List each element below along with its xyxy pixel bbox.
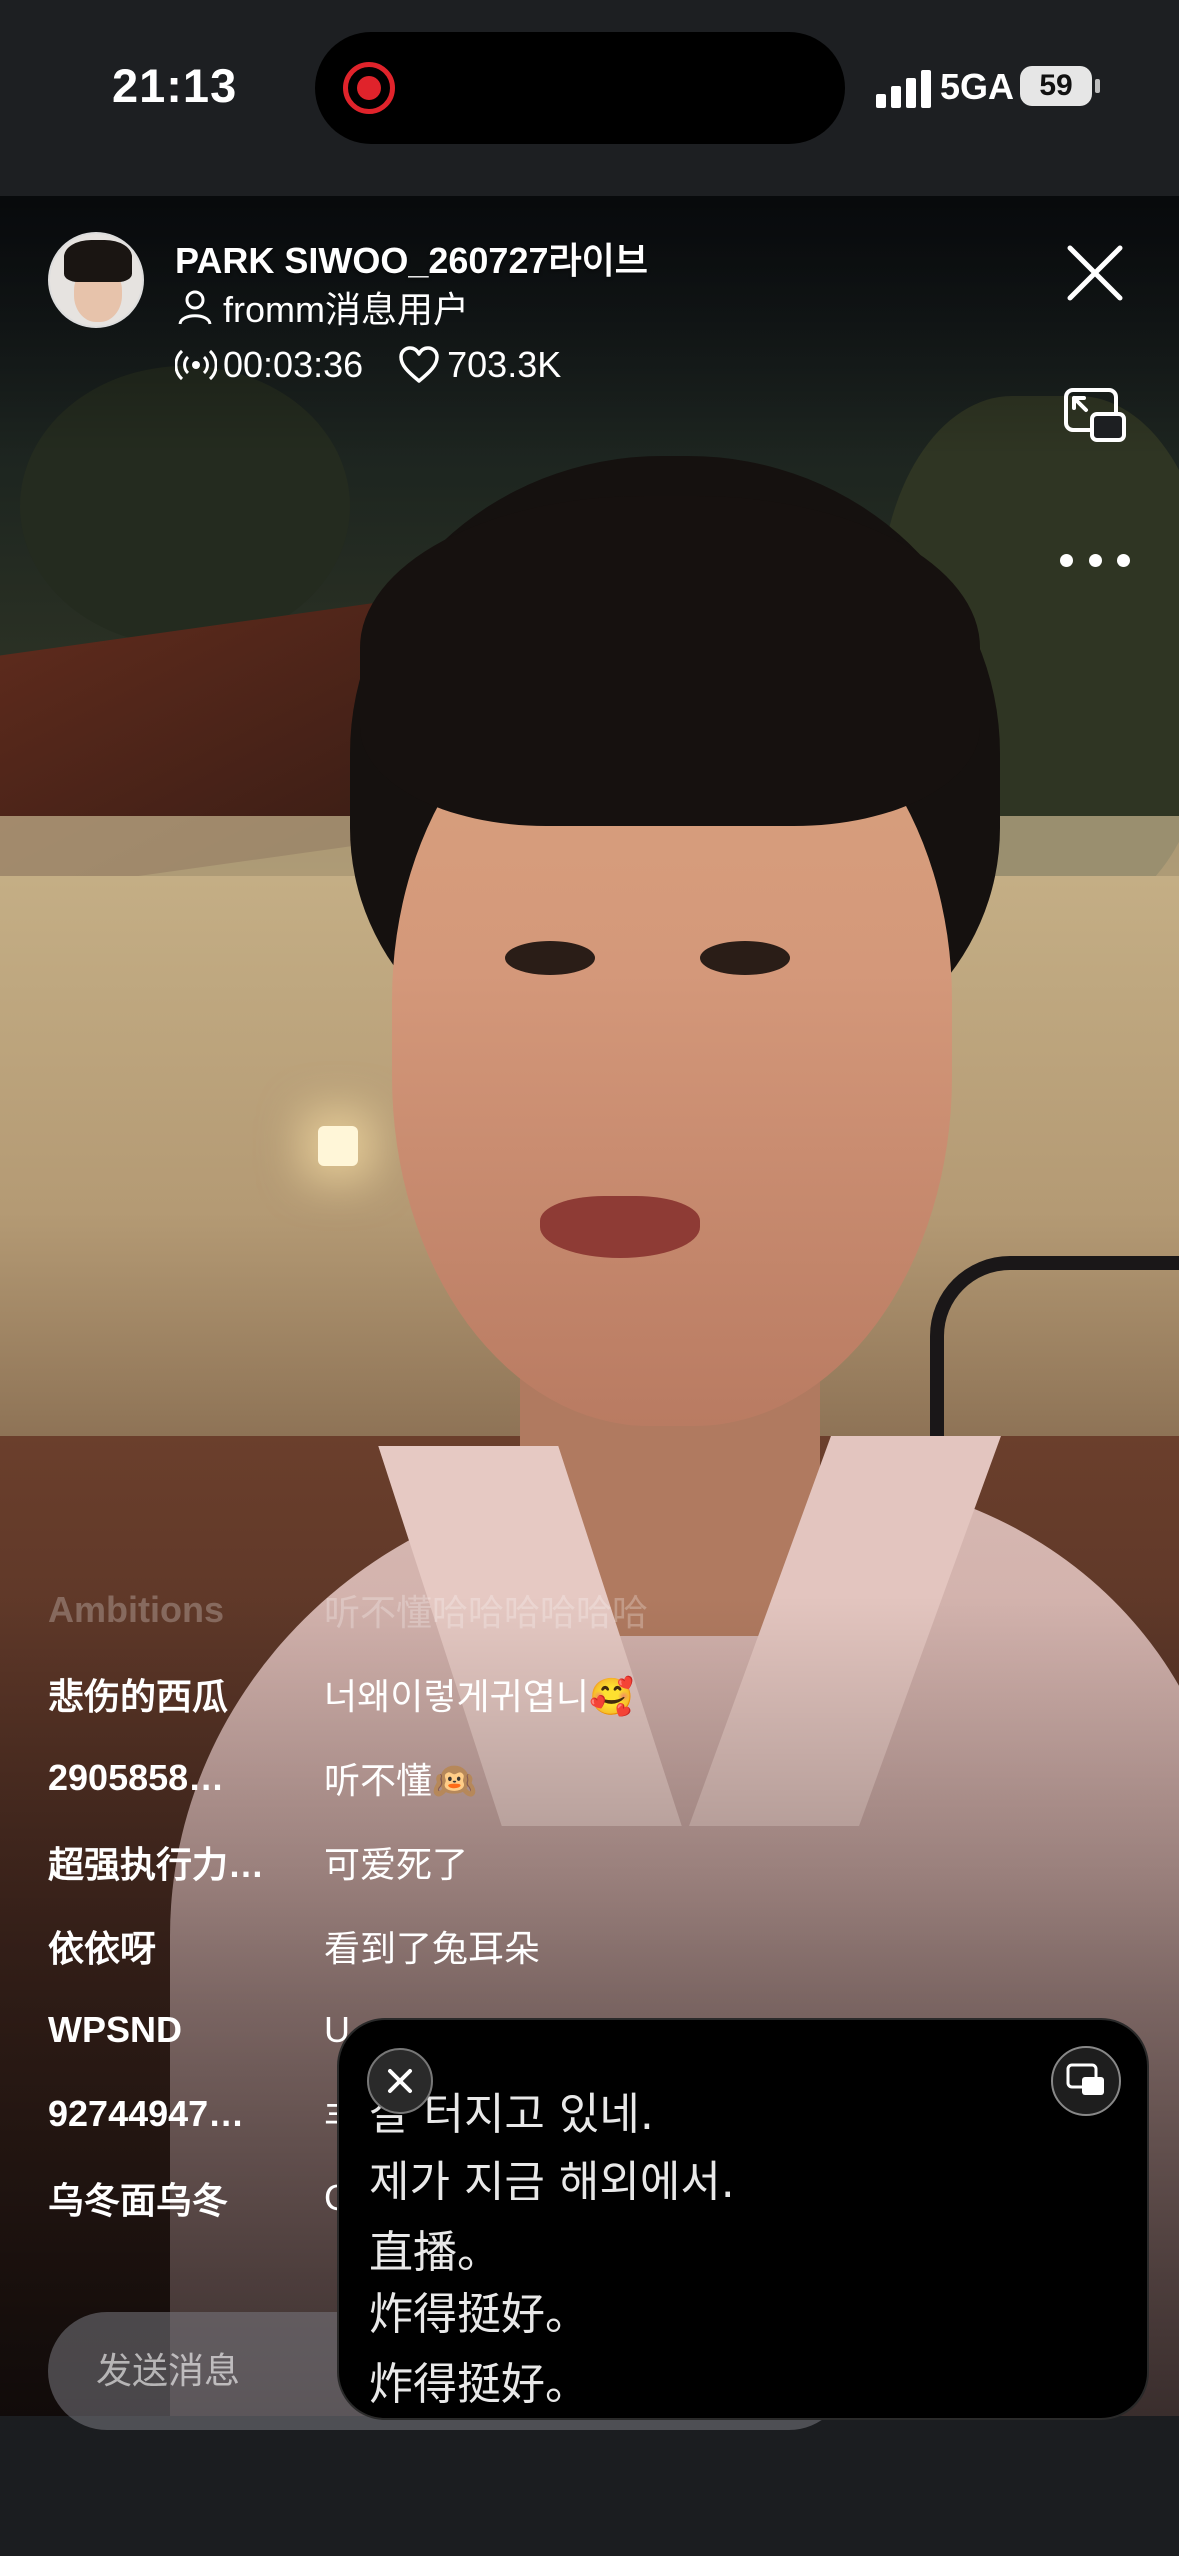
live-duration: 00:03:36	[223, 344, 364, 385]
picture-in-picture-icon	[1066, 2063, 1104, 2095]
comment-user[interactable]: Ambitions	[48, 1589, 298, 1631]
comment-text: 听不懂🙉	[324, 1760, 477, 1801]
status-bar: 21:13 5GA 59	[0, 0, 1179, 196]
heart-icon	[399, 346, 439, 383]
comment-user[interactable]: 悲伤的西瓜	[48, 1668, 298, 1720]
streamer-figure	[505, 941, 595, 975]
more-icon[interactable]	[1060, 540, 1130, 580]
video-scenery	[318, 1126, 358, 1166]
person-icon	[178, 290, 212, 325]
caption-mask	[339, 2200, 1147, 2226]
caption-overlay[interactable]: 잘 터지고 있네. 제가 지금 해외에서. 直播。 炸得挺好。 炸得挺好。	[337, 2018, 1149, 2420]
recording-icon	[343, 62, 395, 114]
caption-line: 炸得挺好。	[369, 2289, 589, 2340]
battery-icon: 59	[1020, 66, 1100, 106]
viewer-row: fromm消息用户	[175, 285, 469, 330]
comment-user[interactable]: 超强执行力…	[48, 1836, 298, 1888]
comment-user[interactable]: 2905858…	[48, 1757, 298, 1799]
streamer-figure	[360, 496, 980, 826]
caption-close-button[interactable]	[367, 2048, 433, 2114]
comment-text: 看到了兔耳朵	[324, 1928, 541, 1969]
live-title: PARK SIWOO_260727라이브	[175, 240, 648, 281]
streamer-figure	[540, 1196, 700, 1258]
broadcast-icon	[175, 349, 217, 381]
comment-text: 可爱死了	[324, 1844, 469, 1885]
picture-in-picture-icon[interactable]	[1062, 386, 1128, 446]
signal-icon	[876, 70, 932, 108]
network-type: 5GA	[940, 66, 1015, 107]
comment-text: 너왜이렇게귀엽니🥰	[324, 1676, 634, 1717]
viewer-name: fromm消息用户	[223, 289, 469, 330]
like-count: 703.3K	[447, 344, 562, 385]
comment-user[interactable]: 92744947…	[48, 2093, 298, 2135]
dynamic-island	[315, 32, 845, 144]
streamer-avatar[interactable]	[48, 232, 144, 328]
comment-user[interactable]: WPSND	[48, 2009, 298, 2051]
live-stats: 00:03:36 703.3K	[175, 342, 561, 388]
comment-user[interactable]: 依依呀	[48, 1920, 298, 1972]
close-icon	[388, 2069, 412, 2093]
comment-text: 听不懂哈哈哈哈哈哈	[324, 1592, 649, 1633]
comment-user[interactable]: 乌冬面乌冬	[48, 2172, 298, 2224]
streamer-figure	[700, 941, 790, 975]
close-icon[interactable]	[1062, 240, 1128, 306]
caption-line: 炸得挺好。	[369, 2359, 589, 2410]
status-time: 21:13	[112, 59, 238, 112]
caption-pip-button[interactable]	[1051, 2046, 1121, 2116]
